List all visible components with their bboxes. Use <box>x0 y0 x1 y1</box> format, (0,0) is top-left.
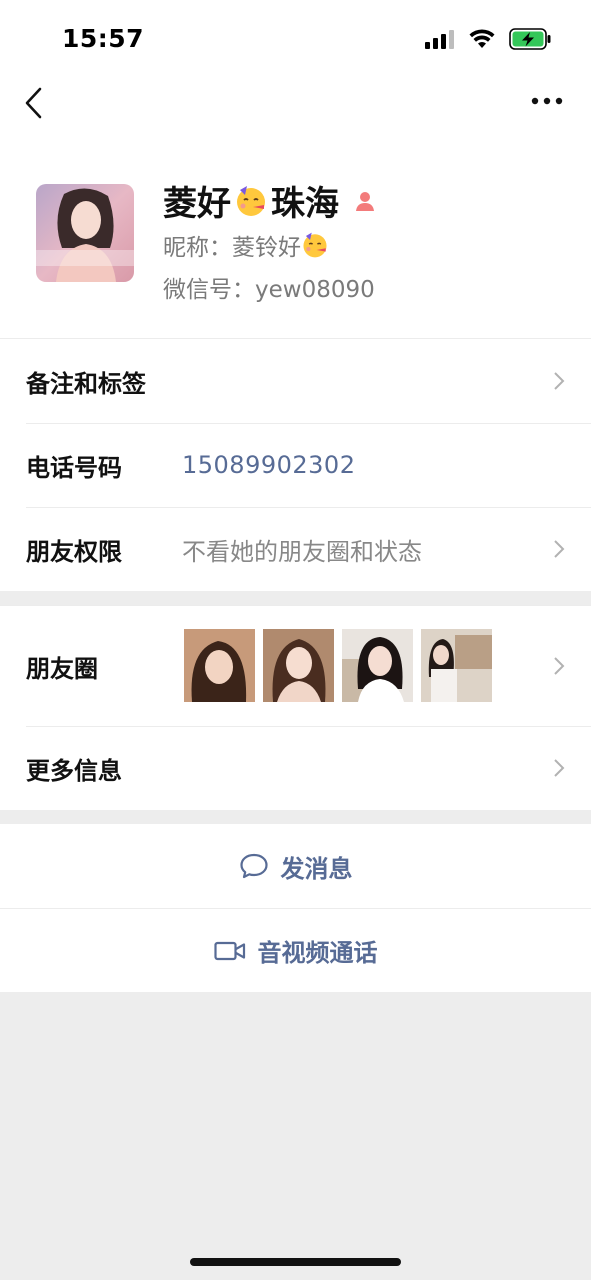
chevron-right-icon <box>554 540 565 558</box>
phone-cell[interactable]: 电话号码 15089902302 <box>0 423 591 507</box>
moments-section: 朋友圈 更多信息 <box>0 605 591 810</box>
moments-thumbnail <box>263 629 334 702</box>
video-call-button[interactable]: 音视频通话 <box>0 908 591 992</box>
nickname-value: 菱铃好 <box>232 235 301 261</box>
moments-thumbnail <box>421 629 492 702</box>
section-gap <box>0 810 591 824</box>
name-part-2: 珠海 <box>271 184 339 224</box>
status-bar: 15:57 <box>0 0 591 76</box>
actions-section: 发消息 音视频通话 <box>0 824 591 992</box>
section-gap <box>0 591 591 605</box>
more-info-cell[interactable]: 更多信息 <box>0 726 591 810</box>
video-call-label: 音视频通话 <box>257 939 378 967</box>
nickname-row: 昵称： 菱铃好 <box>163 228 329 262</box>
moments-thumbnails <box>184 629 492 702</box>
remark-tags-cell[interactable]: 备注和标签 <box>0 339 591 423</box>
chevron-right-icon <box>554 657 565 675</box>
remark-tags-label: 备注和标签 <box>26 369 146 398</box>
moments-label: 朋友圈 <box>26 654 98 683</box>
nav-bar <box>0 76 591 140</box>
display-name: 菱好 珠海 <box>163 176 377 225</box>
chevron-right-icon <box>554 372 565 390</box>
info-section: 备注和标签 电话号码 15089902302 朋友权限 不看她的朋友圈和状态 <box>0 338 591 591</box>
phone-label: 电话号码 <box>26 453 122 482</box>
moments-cell[interactable]: 朋友圈 <box>0 606 591 726</box>
chevron-right-icon <box>554 759 565 777</box>
profile-card: 菱好 珠海 昵称： 菱铃好 微信号：yew08090 <box>0 140 591 338</box>
female-icon <box>356 191 374 211</box>
home-indicator <box>190 1258 401 1266</box>
wifi-icon <box>469 29 495 48</box>
header-area: 15:57 菱好 珠海 昵称： 菱铃好 微信号：yew08090 <box>0 0 591 338</box>
party-face-emoji-icon <box>237 185 265 216</box>
send-message-button[interactable]: 发消息 <box>0 824 591 908</box>
moments-thumbnail <box>184 629 255 702</box>
permissions-cell[interactable]: 朋友权限 不看她的朋友圈和状态 <box>0 507 591 591</box>
name-part-1: 菱好 <box>163 184 231 224</box>
wechat-id-value: yew08090 <box>255 277 375 303</box>
more-icon[interactable] <box>531 96 563 106</box>
permissions-label: 朋友权限 <box>26 537 122 566</box>
signal-icon <box>425 30 454 49</box>
status-icons <box>425 28 551 50</box>
permissions-value: 不看她的朋友圈和状态 <box>182 537 422 566</box>
battery-charging-icon <box>509 28 551 50</box>
more-info-label: 更多信息 <box>26 756 122 785</box>
status-time: 15:57 <box>62 24 145 53</box>
send-message-label: 发消息 <box>280 854 353 883</box>
video-camera-icon <box>213 941 245 960</box>
nickname-label: 昵称： <box>163 235 232 261</box>
wechat-id-row: 微信号：yew08090 <box>163 270 375 304</box>
party-face-emoji-icon <box>303 232 327 258</box>
phone-number[interactable]: 15089902302 <box>182 451 355 479</box>
back-icon[interactable] <box>22 86 48 120</box>
chat-bubble-icon <box>239 853 268 879</box>
avatar[interactable] <box>36 184 134 282</box>
moments-thumbnail <box>342 629 413 702</box>
wechat-id-label: 微信号： <box>163 277 255 303</box>
